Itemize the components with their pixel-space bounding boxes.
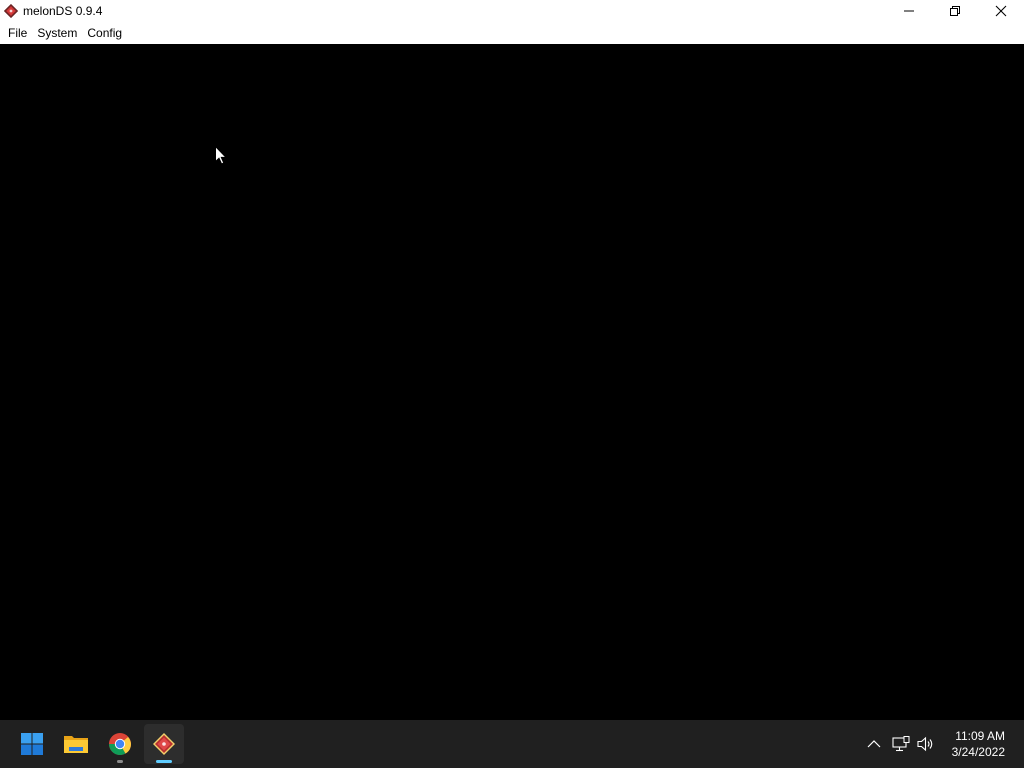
volume-button[interactable]: [914, 720, 938, 768]
melonds-window: melonDS 0.9.4 File System Config: [0, 0, 1024, 720]
window-title: melonDS 0.9.4: [23, 4, 103, 18]
file-explorer-icon: [64, 736, 88, 753]
close-icon: [995, 5, 1007, 17]
minimize-button[interactable]: [886, 0, 932, 22]
taskbar-clock[interactable]: 11:09 AM 3/24/2022: [952, 728, 1005, 760]
clock-date: 3/24/2022: [951, 745, 1005, 759]
windows-start-icon: [21, 733, 43, 755]
taskbar: 11:09 AM 3/24/2022: [0, 720, 1024, 768]
taskbar-chrome[interactable]: [100, 724, 140, 764]
start-button[interactable]: [12, 724, 52, 764]
show-hidden-icons-button[interactable]: [863, 720, 885, 768]
restore-icon: [950, 6, 960, 16]
chevron-up-icon: [867, 740, 881, 748]
volume-icon: [917, 736, 933, 752]
running-indicator: [117, 760, 123, 763]
network-icon: [892, 736, 910, 752]
active-indicator: [156, 760, 172, 763]
clock-time: 11:09 AM: [955, 729, 1005, 743]
emulator-screen[interactable]: [0, 44, 1024, 720]
menu-bar: File System Config: [0, 22, 1024, 44]
melonds-app-icon[interactable]: [3, 3, 19, 19]
taskbar-file-explorer[interactable]: [56, 724, 96, 764]
chrome-icon: [109, 733, 131, 755]
title-bar[interactable]: melonDS 0.9.4: [0, 0, 1024, 22]
close-button[interactable]: [978, 0, 1024, 22]
taskbar-melonds[interactable]: [144, 724, 184, 764]
menu-file[interactable]: File: [3, 22, 32, 44]
menu-system[interactable]: System: [32, 22, 82, 44]
menu-config[interactable]: Config: [82, 22, 127, 44]
minimize-icon: [904, 10, 914, 12]
mouse-cursor-icon: [215, 146, 227, 165]
network-status-button[interactable]: [889, 720, 913, 768]
melonds-icon: [153, 733, 175, 755]
restore-button[interactable]: [932, 0, 978, 22]
window-controls: [886, 0, 1024, 22]
